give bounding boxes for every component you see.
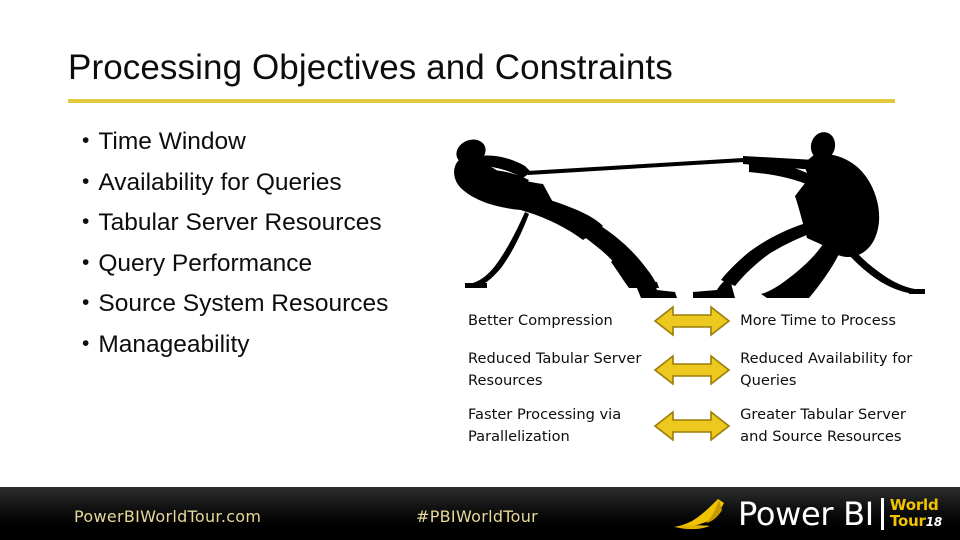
bullet-dot-icon: • (82, 210, 90, 233)
table-row: Reduced Tabular Server Resources Reduced… (468, 342, 924, 398)
list-item-label: Manageability (98, 330, 250, 358)
power-bi-world-tour-logo: Power BI World Tour18 (672, 492, 942, 536)
logo-year-text: 18 (925, 514, 943, 529)
logo-tour-line: Tour18 (889, 511, 943, 531)
table-row: Better Compression More Time to Process (468, 300, 924, 342)
list-item: • Time Window (70, 122, 470, 163)
double-headed-arrow-icon (650, 353, 734, 387)
double-headed-arrow-icon (650, 409, 734, 443)
bullet-dot-icon: • (82, 250, 90, 274)
table-row: Faster Processing via Parallelization Gr… (468, 398, 924, 454)
list-item: • Query Performance (70, 244, 470, 285)
slide: Processing Objectives and Constraints • T… (0, 0, 960, 540)
list-item-label: Tabular Server Resources (98, 209, 382, 236)
tradeoff-table: Better Compression More Time to Process … (468, 300, 924, 454)
tradeoff-benefit: Reduced Tabular Server Resources (468, 349, 642, 390)
double-headed-arrow-icon (650, 304, 734, 338)
bullet-dot-icon: • (82, 331, 90, 355)
tradeoff-cost: Greater Tabular Server and Source Resour… (740, 405, 906, 446)
list-item: • Availability for Queries (70, 163, 470, 204)
tradeoff-cost: More Time to Process (740, 311, 896, 329)
logo-tour-text: Tour (889, 511, 926, 530)
list-item-label: Time Window (98, 128, 246, 155)
footer-hashtag: #PBIWorldTour (416, 507, 539, 526)
tradeoff-cost: Reduced Availability for Queries (740, 349, 913, 390)
title-underline-rule (68, 99, 895, 103)
power-bi-sail-icon (672, 497, 732, 531)
page-title: Processing Objectives and Constraints (68, 48, 673, 87)
bullet-dot-icon: • (82, 129, 90, 152)
list-item: • Source System Resources (70, 284, 470, 325)
tradeoff-benefit: Better Compression (468, 311, 613, 329)
bullet-dot-icon: • (82, 291, 90, 314)
logo-brand-text: Power BI (738, 495, 874, 533)
tug-of-war-illustration (443, 126, 925, 298)
bullet-dot-icon: • (82, 169, 90, 193)
objectives-bullet-list: • Time Window • Availability for Queries •… (70, 122, 470, 365)
list-item: • Manageability (70, 325, 470, 366)
list-item-label: Source System Resources (98, 290, 389, 317)
tradeoff-benefit: Faster Processing via Parallelization (468, 405, 622, 446)
logo-world-tour-block: World Tour18 (880, 497, 943, 531)
list-item-label: Query Performance (98, 249, 313, 277)
list-item-label: Availability for Queries (98, 168, 342, 196)
list-item: • Tabular Server Resources (70, 203, 470, 244)
footer-website-url[interactable]: PowerBIWorldTour.com (74, 507, 261, 526)
